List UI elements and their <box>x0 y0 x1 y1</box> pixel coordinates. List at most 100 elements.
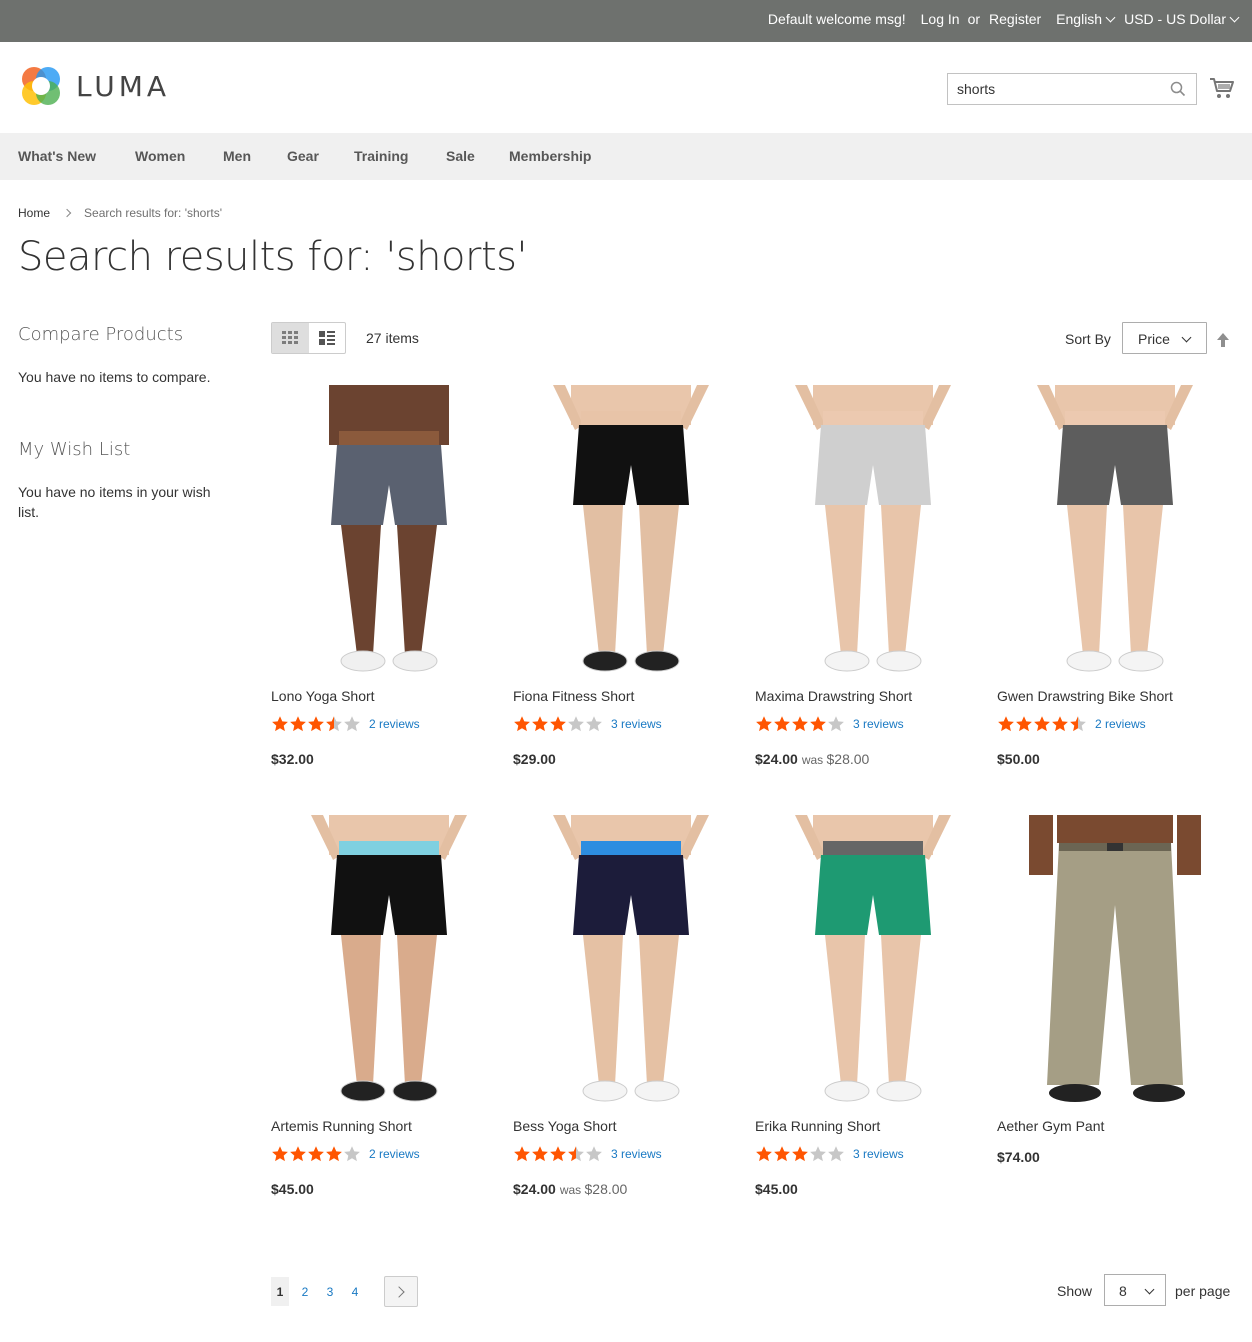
product-photo[interactable] <box>997 385 1233 677</box>
star-icon <box>586 1146 602 1162</box>
star-icon <box>774 716 790 732</box>
star-icon <box>532 716 548 732</box>
product-rating: 3 reviews <box>755 715 904 733</box>
star-icon <box>1052 716 1068 732</box>
nav-item-training[interactable]: Training <box>354 148 408 164</box>
price-value: $24.00 <box>513 1181 556 1197</box>
product-item[interactable]: Fiona Fitness Short 3 reviews $29.00 <box>513 385 749 767</box>
star-icon <box>568 716 584 732</box>
product-item[interactable]: Maxima Drawstring Short 3 reviews $24.00 wa… <box>755 385 991 767</box>
product-item[interactable]: Aether Gym Pant $74.00 <box>997 815 1233 1165</box>
currency-switcher[interactable]: USD - US Dollar <box>1124 11 1240 27</box>
product-photo[interactable] <box>271 385 507 677</box>
nav-item-membership[interactable]: Membership <box>509 148 591 164</box>
product-rating: 2 reviews <box>271 715 420 733</box>
nav-item-men[interactable]: Men <box>223 148 251 164</box>
product-name[interactable]: Artemis Running Short <box>271 1118 412 1134</box>
page-2[interactable]: 2 <box>296 1277 314 1306</box>
register-link[interactable]: Register <box>989 11 1041 27</box>
product-photo[interactable] <box>755 385 991 677</box>
star-icon <box>344 1146 360 1162</box>
star-icon <box>532 1146 548 1162</box>
language-switcher[interactable]: English <box>1056 11 1116 27</box>
product-item[interactable]: Bess Yoga Short 3 reviews $24.00 was $28.00 <box>513 815 749 1197</box>
product-image <box>553 385 709 672</box>
list-view-button[interactable] <box>309 323 346 353</box>
product-image <box>329 385 449 672</box>
product-item[interactable]: Erika Running Short 3 reviews $45.00 <box>755 815 991 1197</box>
limiter-select[interactable]: 8 <box>1104 1274 1166 1306</box>
item-count: 27 items <box>366 330 419 346</box>
product-photo[interactable] <box>271 815 507 1107</box>
search-icon[interactable] <box>1170 81 1186 97</box>
product-item[interactable]: Lono Yoga Short 2 reviews $32.00 <box>271 385 507 767</box>
reviews-link[interactable]: 3 reviews <box>853 1147 904 1161</box>
reviews-link[interactable]: 3 reviews <box>611 1147 662 1161</box>
product-name[interactable]: Aether Gym Pant <box>997 1118 1104 1134</box>
product-rating: 3 reviews <box>755 1145 904 1163</box>
pagination: 1 2 3 4 <box>271 1276 418 1307</box>
wishlist-empty-text: You have no items in your wish list. <box>18 484 211 520</box>
cart-icon[interactable] <box>1209 76 1235 100</box>
star-icon <box>792 716 808 732</box>
rating-stars <box>513 715 603 733</box>
product-photo[interactable] <box>755 815 991 1107</box>
product-price: $24.00 was $28.00 <box>755 751 869 767</box>
product-name[interactable]: Gwen Drawstring Bike Short <box>997 688 1173 704</box>
search-box <box>947 73 1197 105</box>
price-value: $45.00 <box>755 1181 798 1197</box>
welcome-message: Default welcome msg! <box>767 11 906 27</box>
product-price: $32.00 <box>271 751 314 767</box>
reviews-link[interactable]: 2 reviews <box>369 717 420 731</box>
star-icon <box>1016 716 1032 732</box>
product-rating: 3 reviews <box>513 1145 662 1163</box>
price-value: $29.00 <box>513 751 556 767</box>
nav-item-sale[interactable]: Sale <box>446 148 475 164</box>
sort-by-select[interactable]: Price <box>1122 322 1207 354</box>
breadcrumb-home[interactable]: Home <box>18 206 50 220</box>
limiter-label: Show <box>1057 1283 1093 1299</box>
product-price: $45.00 <box>755 1181 798 1197</box>
product-item[interactable]: Artemis Running Short 2 reviews $45.00 <box>271 815 507 1197</box>
login-link[interactable]: Log In <box>921 11 960 27</box>
page-3[interactable]: 3 <box>321 1277 339 1306</box>
search-input[interactable] <box>948 74 1158 104</box>
product-price: $29.00 <box>513 751 556 767</box>
nav-item-women[interactable]: Women <box>135 148 185 164</box>
reviews-link[interactable]: 3 reviews <box>853 717 904 731</box>
product-name[interactable]: Maxima Drawstring Short <box>755 688 912 704</box>
product-name[interactable]: Fiona Fitness Short <box>513 688 634 704</box>
luma-logo-icon[interactable] <box>18 63 64 109</box>
star-icon <box>308 1146 324 1162</box>
view-mode-switcher <box>271 322 346 354</box>
product-photo[interactable] <box>997 815 1233 1107</box>
chevron-down-icon <box>1105 12 1116 23</box>
product-rating: 2 reviews <box>271 1145 420 1163</box>
page-title: Search results for: 'shorts' <box>18 234 527 280</box>
reviews-link[interactable]: 2 reviews <box>1095 717 1146 731</box>
star-icon <box>550 716 566 732</box>
page-4[interactable]: 4 <box>346 1277 364 1306</box>
nav-item-gear[interactable]: Gear <box>287 148 319 164</box>
reviews-link[interactable]: 3 reviews <box>611 717 662 731</box>
star-icon <box>998 716 1014 732</box>
product-name[interactable]: Bess Yoga Short <box>513 1118 617 1134</box>
sort-direction-arrow-icon[interactable] <box>1216 332 1230 348</box>
product-photo[interactable] <box>513 815 749 1107</box>
rating-stars <box>513 1145 603 1163</box>
nav-item-whats-new[interactable]: What's New <box>18 148 96 164</box>
product-name[interactable]: Lono Yoga Short <box>271 688 375 704</box>
next-page-button[interactable] <box>384 1276 418 1307</box>
price-value: $74.00 <box>997 1149 1040 1165</box>
grid-view-button[interactable] <box>272 323 309 353</box>
product-image <box>1029 815 1201 1102</box>
sort-by-label: Sort By <box>1065 331 1111 347</box>
product-photo[interactable] <box>513 385 749 677</box>
star-icon <box>272 1146 288 1162</box>
grid-icon <box>282 331 299 344</box>
wishlist-title: My Wish List <box>18 439 131 460</box>
star-icon <box>344 716 360 732</box>
product-name[interactable]: Erika Running Short <box>755 1118 880 1134</box>
product-item[interactable]: Gwen Drawstring Bike Short 2 reviews $50.0… <box>997 385 1233 767</box>
reviews-link[interactable]: 2 reviews <box>369 1147 420 1161</box>
